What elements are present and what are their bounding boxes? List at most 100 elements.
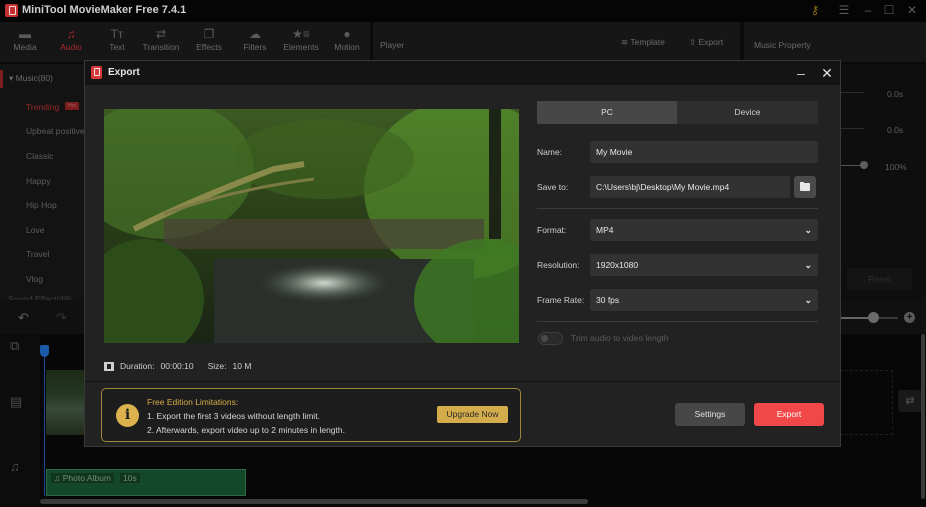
vertical-scrollbar[interactable]	[921, 334, 925, 499]
property-label: Music Property	[754, 40, 811, 50]
effects-icon: ❐	[203, 27, 215, 41]
zoom-in-icon[interactable]: +	[904, 312, 915, 323]
resolution-select[interactable]: 1920x1080 ⌄	[590, 254, 818, 276]
settings-button[interactable]: Settings	[675, 403, 745, 426]
tab-elements[interactable]: ★≡ Elements	[278, 24, 324, 60]
export-dialog: Export – ✕ Duration: 00:00:10 Size: 10 M…	[84, 60, 841, 447]
title-bar: MiniTool MovieMaker Free 7.4.1 ⚷ ☰ – ☐ ✕	[0, 0, 926, 22]
player-label: Player	[380, 40, 405, 50]
resolution-label: Resolution:	[537, 260, 580, 270]
tab-motion[interactable]: ● Motion	[324, 24, 370, 60]
tab-audio[interactable]: ♫ Audio	[48, 24, 94, 60]
music-clip[interactable]: ♫ Photo Album 10s	[46, 469, 246, 496]
info-icon: i	[116, 404, 139, 427]
video-clip-thumbnail[interactable]	[46, 370, 86, 435]
name-label: Name:	[537, 147, 563, 157]
app-logo-icon	[91, 66, 102, 79]
name-field[interactable]: My Movie	[590, 141, 818, 163]
minimize-icon[interactable]: –	[857, 2, 879, 19]
format-label: Format:	[537, 225, 567, 235]
upgrade-now-button[interactable]: Upgrade Now	[437, 406, 508, 423]
limitation-line-1: 1. Export the first 3 videos without len…	[147, 411, 320, 421]
tab-transition[interactable]: ⇄ Transition	[138, 24, 184, 60]
trim-audio-label: Trim audio to video length	[571, 333, 669, 343]
tab-effects[interactable]: ❐ Effects	[186, 24, 232, 60]
undo-icon[interactable]: ↶	[18, 310, 29, 326]
dialog-minimize-icon[interactable]: –	[791, 63, 811, 83]
dialog-title: Export	[108, 67, 140, 78]
app-title: MiniTool MovieMaker Free 7.4.1	[22, 4, 187, 16]
divider	[537, 208, 818, 209]
maximize-icon[interactable]: ☐	[878, 2, 900, 19]
tab-text[interactable]: Tт Text	[94, 24, 140, 60]
music-sidebar: ▾ Music(80) Trending Hot Upbeat positive…	[0, 64, 85, 304]
transition-icon: ⇄	[155, 27, 167, 41]
sidebar-item-happy[interactable]: Happy	[26, 176, 51, 186]
playhead[interactable]	[44, 346, 45, 496]
caret-down-icon: ▾	[9, 73, 16, 83]
horizontal-scrollbar[interactable]	[40, 499, 588, 504]
music-track-icon: ♫	[10, 459, 20, 474]
sidebar-item-classic[interactable]: Classic	[26, 151, 53, 161]
size-value: 10 M	[232, 361, 252, 371]
reset-button[interactable]: Reset	[847, 268, 912, 290]
key-icon[interactable]: ⚷	[804, 2, 826, 19]
motion-icon: ●	[343, 27, 351, 41]
export-target-tabs: PC Device	[537, 101, 818, 124]
close-icon[interactable]: ✕	[901, 2, 923, 19]
music-category-header[interactable]: ▾ Music(80)	[0, 70, 85, 88]
chevron-down-icon: ⌄	[804, 225, 812, 235]
sidebar-item-upbeat[interactable]: Upbeat positive	[26, 126, 85, 136]
export-button[interactable]: Export	[754, 403, 824, 426]
free-edition-limitations: i Free Edition Limitations: 1. Export th…	[101, 388, 521, 442]
frame-rate-label: Frame Rate:	[537, 295, 585, 305]
fade-out-slider[interactable]	[840, 128, 864, 129]
sidebar-item-love[interactable]: Love	[26, 225, 44, 235]
playhead-handle[interactable]	[40, 345, 49, 357]
divider	[85, 381, 840, 382]
tab-device[interactable]: Device	[677, 101, 818, 124]
sidebar-item-hip-hop[interactable]: Hip Hop	[26, 200, 57, 210]
browse-folder-button[interactable]	[794, 176, 816, 198]
swap-icon[interactable]: ⇄	[898, 390, 922, 412]
dialog-title-bar: Export – ✕	[85, 61, 840, 85]
film-icon	[104, 361, 114, 371]
sidebar-item-vlog[interactable]: Vlog	[26, 274, 43, 284]
app-logo-icon	[5, 4, 18, 17]
music-note-icon: ♫	[54, 473, 63, 483]
limitations-title: Free Edition Limitations:	[147, 397, 239, 407]
chevron-down-icon: ⌄	[804, 295, 812, 305]
property-header: Music Property	[744, 22, 926, 62]
save-to-field[interactable]: C:\Users\bj\Desktop\My Movie.mp4	[590, 176, 790, 198]
text-icon: Tт	[110, 27, 124, 41]
layers-icon: ≋	[621, 37, 631, 47]
tab-media[interactable]: ▬ Media	[2, 24, 48, 60]
music-note-icon: ♫	[66, 27, 76, 41]
video-track-icon: ▤	[10, 394, 23, 409]
main-toolbar: ▬ Media ♫ Audio Tт Text ⇄ Transition ❐ Effect…	[0, 22, 370, 62]
volume-slider-knob[interactable]	[860, 161, 868, 169]
add-track-icon[interactable]: ⧉	[10, 338, 19, 354]
trim-audio-toggle[interactable]	[538, 332, 563, 345]
folder-icon: ▬	[19, 27, 31, 41]
hot-badge: Hot	[65, 102, 79, 110]
chevron-down-icon: ⌄	[804, 260, 812, 270]
tab-pc[interactable]: PC	[537, 101, 677, 124]
fade-in-value: 0.0s	[887, 89, 904, 99]
timeline-zoom-knob[interactable]	[868, 312, 879, 323]
save-to-label: Save to:	[537, 182, 569, 192]
elements-icon: ★≡	[292, 27, 310, 41]
frame-rate-select[interactable]: 30 fps ⌄	[590, 289, 818, 311]
format-select[interactable]: MP4 ⌄	[590, 219, 818, 241]
tab-filters[interactable]: ☁ Filters	[232, 24, 278, 60]
template-button[interactable]: ≋ Template	[621, 37, 665, 48]
export-top-button[interactable]: ⇪ Export	[689, 37, 723, 48]
sidebar-item-trending[interactable]: Trending	[26, 102, 59, 112]
fade-in-slider[interactable]	[840, 92, 864, 93]
menu-icon[interactable]: ☰	[833, 2, 855, 19]
duration-label: Duration:	[120, 361, 155, 371]
redo-icon[interactable]: ↷	[56, 310, 67, 326]
fade-out-value: 0.0s	[887, 125, 904, 135]
sidebar-item-travel[interactable]: Travel	[26, 249, 49, 259]
dialog-close-icon[interactable]: ✕	[817, 63, 837, 83]
